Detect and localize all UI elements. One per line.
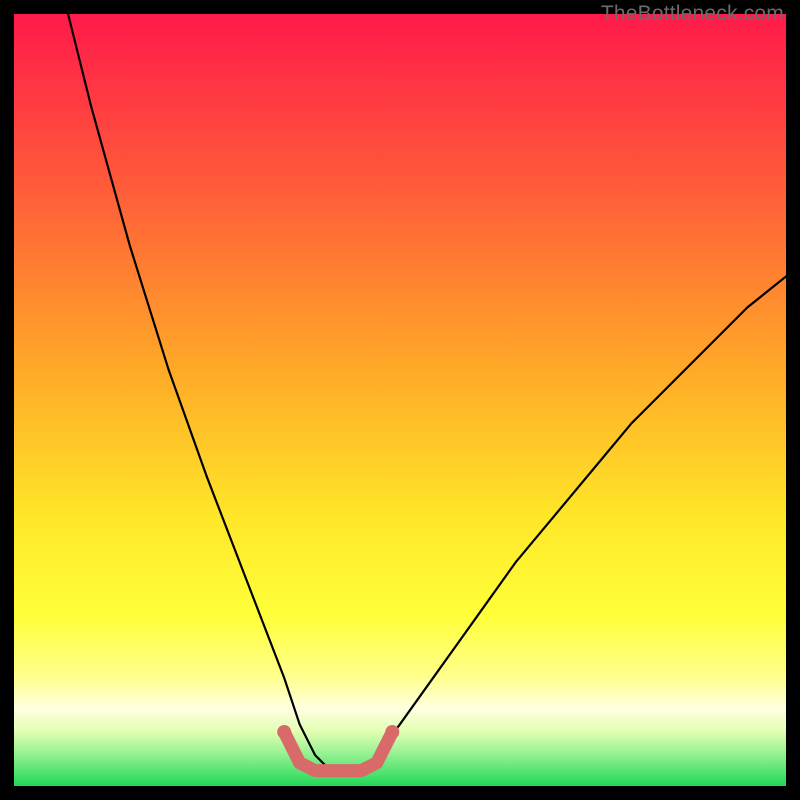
highlight-start-dot	[277, 725, 291, 739]
chart-frame	[14, 14, 786, 786]
watermark-text: TheBottleneck.com	[601, 2, 784, 26]
highlight-end-dot	[385, 725, 399, 739]
bottleneck-curve	[14, 14, 786, 771]
optimal-region-highlight	[284, 732, 392, 771]
chart-plot	[14, 14, 786, 786]
